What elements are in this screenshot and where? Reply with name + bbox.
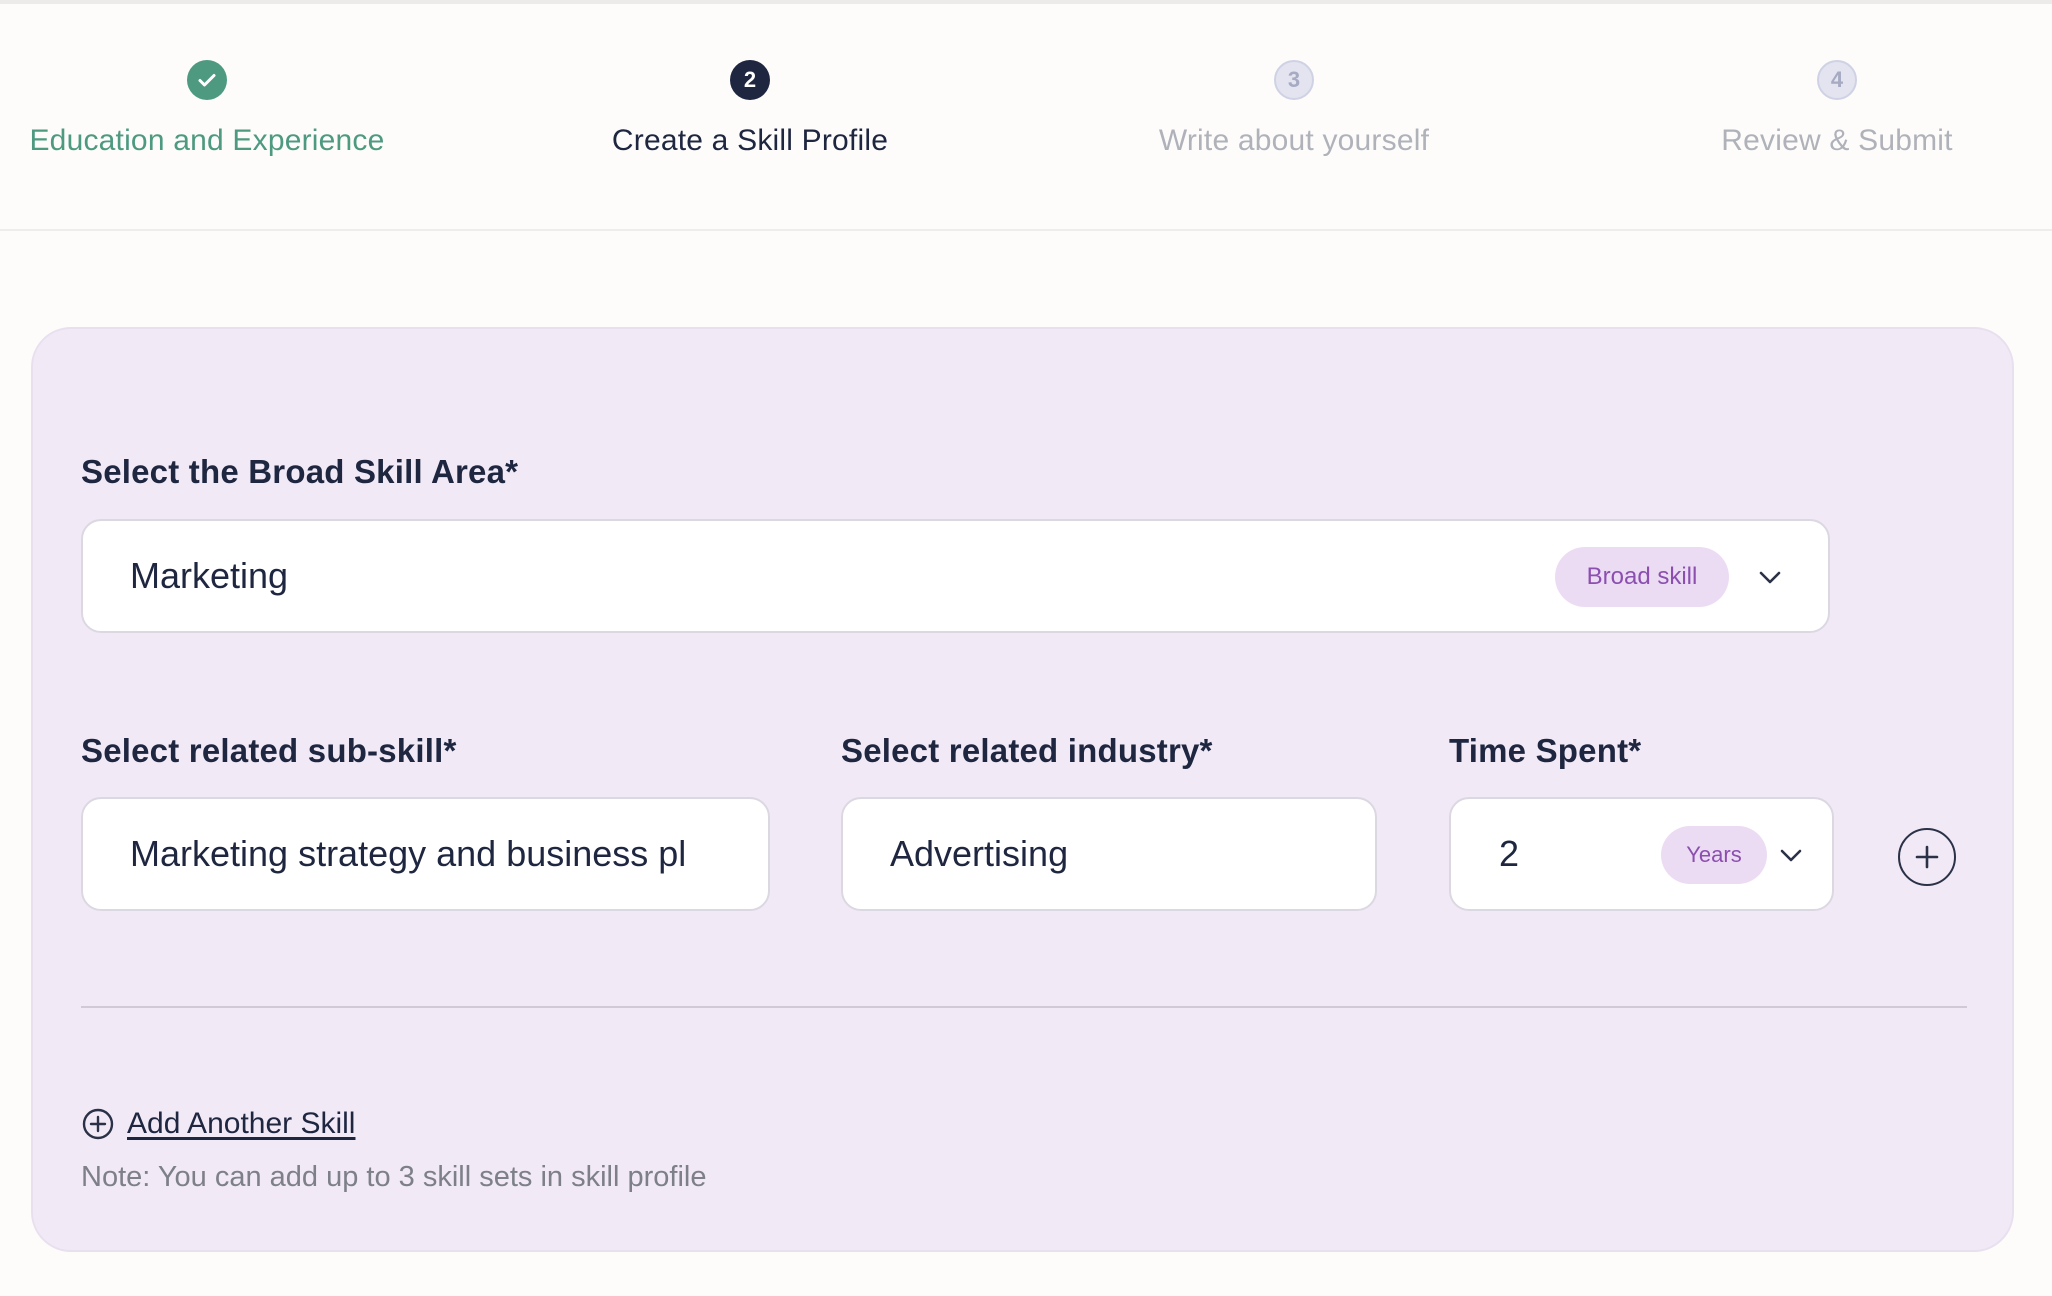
broad-skill-value: Marketing: [130, 555, 289, 596]
step-number: 3: [1274, 60, 1314, 100]
broad-skill-label: Select the Broad Skill Area*: [81, 453, 519, 490]
check-icon: [187, 60, 227, 100]
chevron-down-icon[interactable]: [1757, 567, 1783, 587]
sub-skill-value: Marketing strategy and business pl: [130, 833, 687, 874]
time-spent-select[interactable]: 2 Years: [1449, 797, 1834, 911]
sub-skill-label: Select related sub-skill*: [81, 732, 457, 769]
step-label: Education and Experience: [29, 124, 385, 157]
broad-skill-tag: Broad skill: [1555, 547, 1729, 607]
broad-skill-select[interactable]: Marketing Broad skill: [81, 519, 1830, 633]
skill-limit-note: Note: You can add up to 3 skill sets in …: [81, 1161, 707, 1193]
step-label: Create a Skill Profile: [611, 124, 889, 157]
step-number: 2: [730, 60, 770, 100]
step-label: Write about yourself: [1158, 124, 1430, 157]
step-label: Review & Submit: [1721, 124, 1953, 157]
add-another-skill-link[interactable]: Add Another Skill: [81, 1104, 355, 1144]
step-write-about-yourself[interactable]: 3 Write about yourself: [1084, 60, 1504, 158]
skill-profile-card: Select the Broad Skill Area* Marketing B…: [31, 327, 2014, 1252]
section-divider: [81, 1006, 1967, 1008]
time-spent-label: Time Spent*: [1449, 732, 1642, 769]
add-another-skill-label: Add Another Skill: [127, 1107, 356, 1140]
industry-value: Advertising: [890, 833, 1069, 874]
progress-stepper: Education and Experience 2 Create a Skil…: [0, 4, 2052, 231]
industry-label: Select related industry*: [841, 732, 1213, 769]
step-create-skill-profile[interactable]: 2 Create a Skill Profile: [540, 60, 960, 158]
add-row-button[interactable]: [1898, 828, 1956, 886]
step-review-submit[interactable]: 4 Review & Submit: [1627, 60, 2047, 158]
step-number: 4: [1817, 60, 1857, 100]
time-spent-value: 2: [1499, 833, 1520, 874]
plus-icon: [1915, 845, 1939, 869]
sub-skill-input[interactable]: Marketing strategy and business pl: [81, 797, 770, 911]
step-education-experience[interactable]: Education and Experience: [0, 60, 417, 158]
plus-circle-icon: [82, 1108, 114, 1140]
chevron-down-icon[interactable]: [1778, 845, 1804, 865]
industry-input[interactable]: Advertising: [841, 797, 1377, 911]
time-unit-tag: Years: [1661, 826, 1767, 884]
